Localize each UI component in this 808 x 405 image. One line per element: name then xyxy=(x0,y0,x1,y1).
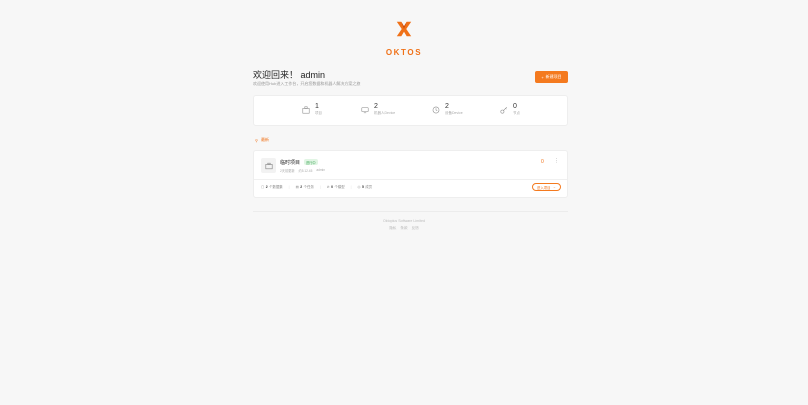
link-icon: ⊘ xyxy=(326,184,330,189)
stat-label: 机器人Device xyxy=(374,111,396,115)
stat-label: 项目 xyxy=(315,111,322,115)
project-time: 约5.12.45 xyxy=(298,169,313,173)
briefcase-icon xyxy=(264,162,273,169)
project-stat-models: ⊘ 0 个模型 xyxy=(326,184,345,190)
footer-link-privacy[interactable]: 隐私 xyxy=(389,226,396,231)
enter-project-label: 进入项目 xyxy=(537,185,551,190)
footer-link-feedback[interactable]: 反馈 xyxy=(412,226,419,231)
project-name[interactable]: 临时项目 xyxy=(280,159,300,166)
stat-value: 2 xyxy=(445,103,449,110)
footer-links: 隐私 条款 反馈 xyxy=(0,226,808,231)
stat-label: 设备Device xyxy=(445,111,463,115)
divider xyxy=(254,179,567,180)
project-card[interactable]: 临时项目 进行中 2天前更新 约5.12.45 admin 0 ⋮ ▢ 2 个数据… xyxy=(253,150,568,198)
stat-label: 节点 xyxy=(513,111,520,115)
project-owner: admin xyxy=(316,168,326,172)
monitor-icon xyxy=(361,106,369,113)
stat-devices[interactable]: 2 设备Device xyxy=(432,103,463,116)
stat-nodes[interactable]: 0 节点 xyxy=(500,103,520,116)
star-count[interactable]: 0 xyxy=(541,159,544,165)
project-stat-tasks: ▤ 2 个任务 xyxy=(295,184,314,190)
more-options-icon[interactable]: ⋮ xyxy=(554,158,559,164)
plus-icon: + xyxy=(541,74,544,80)
footer-divider xyxy=(253,211,568,212)
footer-link-terms[interactable]: 条款 xyxy=(400,226,407,231)
section-label: ⚲ 最新 xyxy=(255,137,269,143)
app-logo: OKTOS xyxy=(0,20,808,57)
project-stats: ▢ 2 个数据集 | ▤ 2 个任务 | ⊘ 0 个模型 | ◎ 5 成员 xyxy=(261,184,373,190)
stat-value: 1 xyxy=(315,103,319,110)
welcome-subtitle: 欢迎使用Hub进入工作台，开启您数据和机器人解决方案之旅 xyxy=(253,81,361,86)
stat-value: 2 xyxy=(374,103,378,110)
stats-card: 1 项目 2 机器人Device 2 设备Device 0 节点 xyxy=(253,95,568,126)
new-project-button[interactable]: + 新建项目 xyxy=(535,71,568,83)
database-icon: ▢ xyxy=(261,184,265,189)
arrow-right-icon: → xyxy=(552,185,556,189)
logo-icon xyxy=(396,21,412,37)
pin-icon: ⚲ xyxy=(255,137,258,143)
clock-icon xyxy=(432,106,440,113)
project-stat-members: ◎ 5 成员 xyxy=(357,184,373,190)
status-badge: 进行中 xyxy=(304,159,318,165)
key-icon xyxy=(500,106,507,113)
building-icon xyxy=(302,106,310,113)
stat-value: 0 xyxy=(513,103,517,110)
project-icon-box xyxy=(261,158,276,173)
section-title: 最新 xyxy=(260,137,269,142)
enter-project-button[interactable]: 进入项目 → xyxy=(532,183,561,191)
new-project-label: 新建项目 xyxy=(545,74,562,79)
footer-copyright: Oktoplus Software Limited xyxy=(383,219,425,223)
project-stat-datasets: ▢ 2 个数据集 xyxy=(261,184,283,190)
project-meta: 2天前更新 约5.12.45 admin xyxy=(280,168,325,173)
user-icon: ◎ xyxy=(357,184,361,189)
stat-robots[interactable]: 2 机器人Device xyxy=(361,103,395,116)
brand-name: OKTOS xyxy=(385,48,423,57)
welcome-title: 欢迎回来！ admin xyxy=(253,70,326,80)
stat-projects[interactable]: 1 项目 xyxy=(302,103,322,116)
project-updated: 2天前更新 xyxy=(280,169,295,173)
list-icon: ▤ xyxy=(295,184,299,189)
